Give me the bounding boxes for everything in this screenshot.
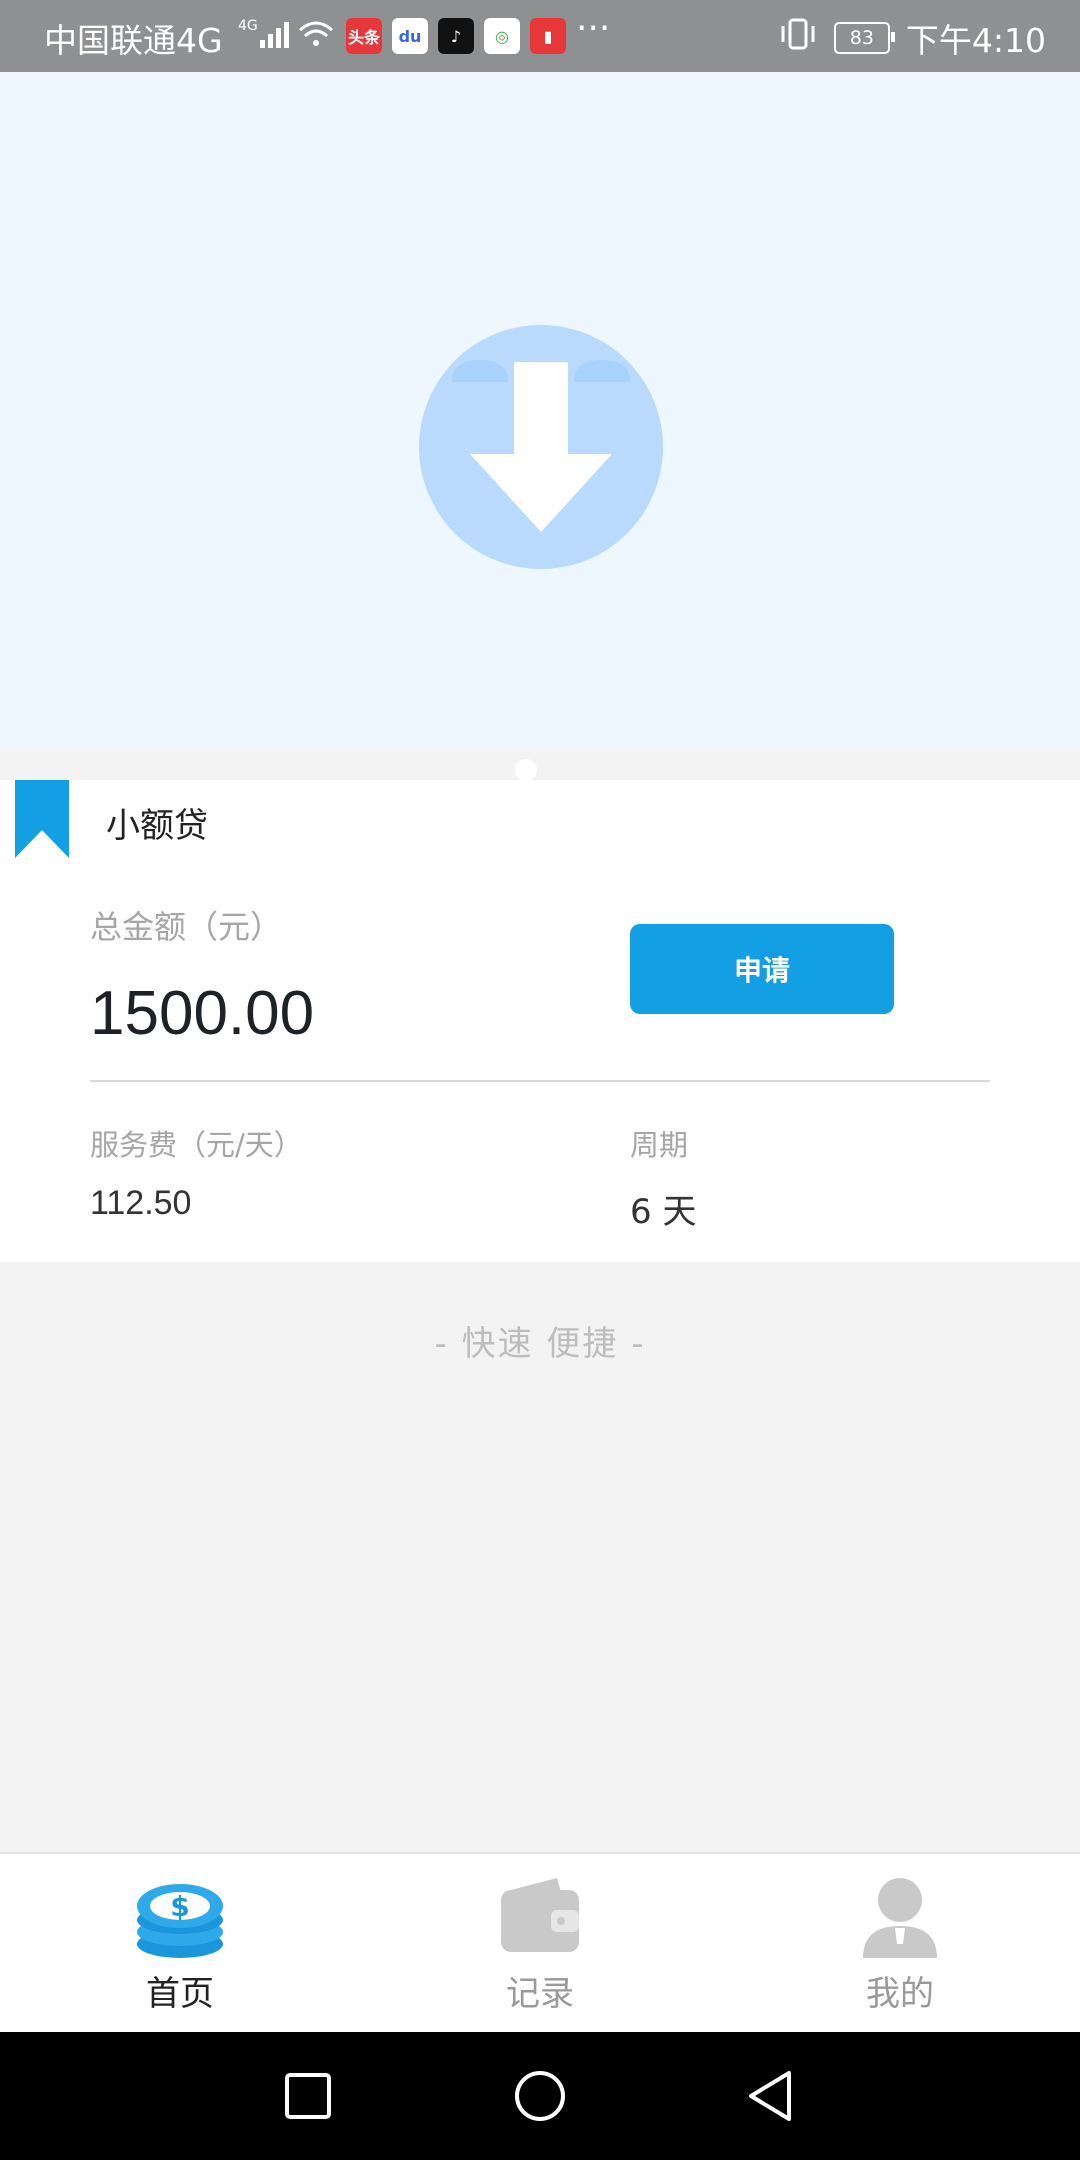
home-icon[interactable] bbox=[480, 2032, 600, 2160]
carousel-indicator-dot[interactable] bbox=[515, 759, 537, 781]
clock: 下午4:10 bbox=[905, 21, 1046, 60]
product-title: 小额贷 bbox=[106, 806, 208, 846]
loan-product-card: 小额贷 总金额（元） 1500.00 申请 服务费（元/天） 112.50 周期… bbox=[0, 780, 1080, 1262]
tab-profile[interactable]: 我的 bbox=[800, 1854, 1000, 2034]
baidu-icon: du bbox=[392, 18, 428, 54]
svg-text:4G: 4G bbox=[238, 18, 258, 34]
download-arrow-icon bbox=[418, 322, 664, 572]
total-amount-label: 总金额（元） bbox=[90, 908, 283, 946]
notification-icons: 头条 du ♪ ◎ ▮ bbox=[346, 18, 566, 54]
more-notifications-icon: ··· bbox=[576, 8, 611, 49]
service-fee-label: 服务费（元/天） bbox=[90, 1128, 303, 1162]
bottom-tab-bar: $ 首页 记录 我的 bbox=[0, 1852, 1080, 2034]
period-label: 周期 bbox=[630, 1128, 689, 1162]
wallet-icon bbox=[501, 1878, 579, 1952]
tab-profile-label: 我的 bbox=[866, 1974, 934, 2014]
slogan-text: - 快速 便捷 - bbox=[434, 1324, 646, 1364]
tab-records-label: 记录 bbox=[506, 1974, 574, 2014]
banner-carousel[interactable] bbox=[0, 72, 1080, 781]
carrier-label: 中国联通4G bbox=[44, 21, 223, 60]
tab-home-label: 首页 bbox=[146, 1974, 214, 2014]
vibrate-icon bbox=[778, 16, 818, 60]
apply-button[interactable]: 申请 bbox=[630, 924, 894, 1014]
browser-icon: ◎ bbox=[484, 18, 520, 54]
back-icon[interactable] bbox=[710, 2032, 830, 2160]
total-amount-value: 1500.00 bbox=[90, 979, 315, 1048]
toutiao-icon: 头条 bbox=[346, 18, 382, 54]
reader-icon: ▮ bbox=[530, 18, 566, 54]
service-fee-value: 112.50 bbox=[90, 1184, 192, 1222]
system-nav-bar bbox=[0, 2032, 1080, 2160]
divider bbox=[90, 1080, 990, 1082]
douyin-icon: ♪ bbox=[438, 18, 474, 54]
status-bar: 中国联通4G 4G 头条 du ♪ ◎ ▮ ··· 83 下午4:10 bbox=[0, 0, 1080, 72]
signal-icon: 4G bbox=[238, 14, 338, 62]
bookmark-ribbon-icon bbox=[15, 780, 69, 858]
tab-records[interactable]: 记录 bbox=[440, 1854, 640, 2034]
svg-text:$: $ bbox=[170, 1890, 189, 1923]
recent-apps-icon[interactable] bbox=[248, 2032, 368, 2160]
battery-level: 83 bbox=[849, 27, 874, 49]
battery-icon: 83 bbox=[833, 22, 895, 54]
user-icon bbox=[863, 1878, 937, 1958]
period-value: 6 天 bbox=[630, 1192, 697, 1232]
tab-home[interactable]: $ 首页 bbox=[80, 1854, 280, 2034]
coin-stack-icon: $ bbox=[137, 1884, 223, 1958]
status-right: 83 下午4:10 bbox=[778, 14, 1046, 62]
